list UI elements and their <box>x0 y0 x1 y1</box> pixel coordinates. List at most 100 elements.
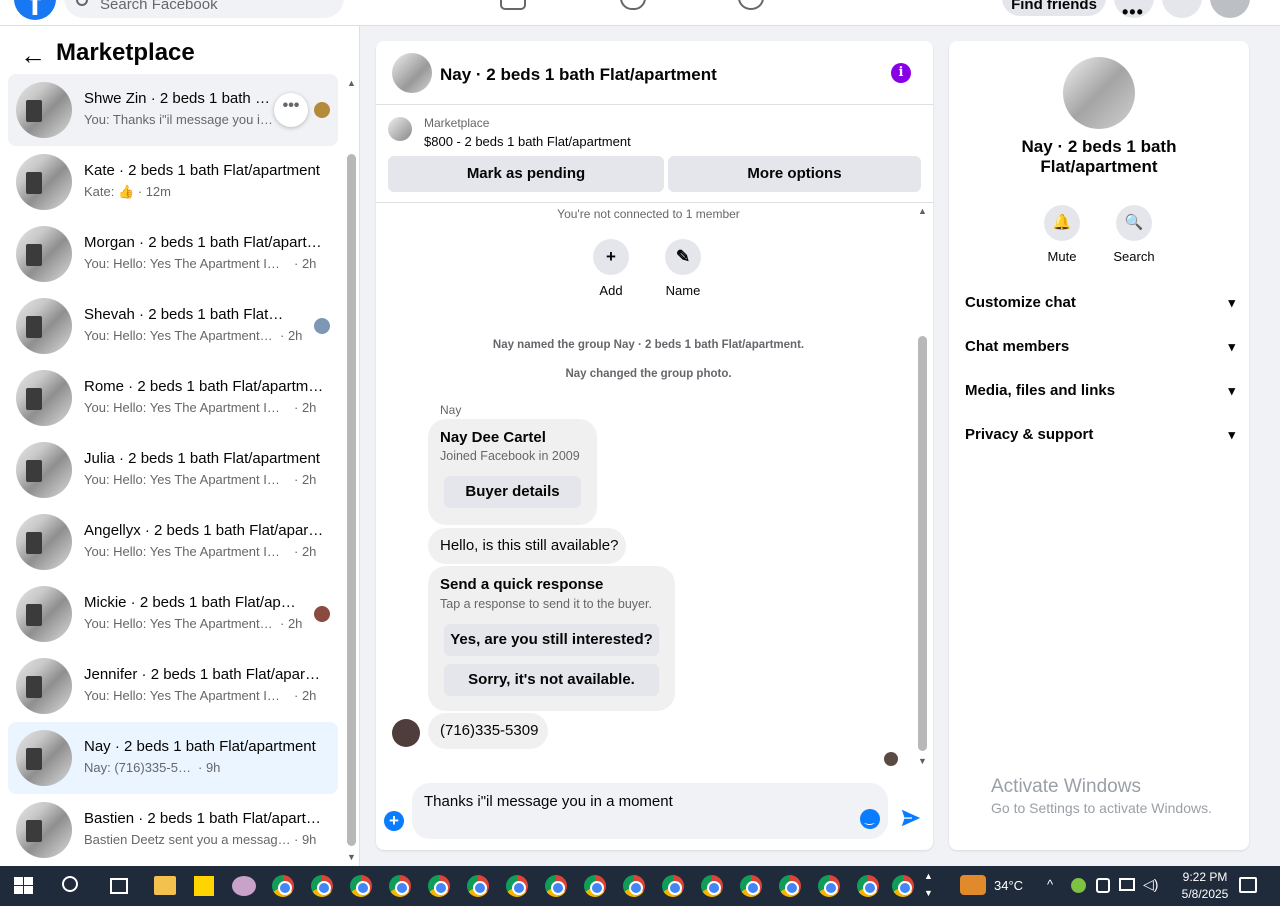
chat-scrollbar[interactable]: ▲ ▼ <box>917 206 927 766</box>
chrome-icon[interactable] <box>584 875 606 897</box>
conversation-name: Shevah · 2 beds 1 bath Flat/apartment <box>84 306 284 323</box>
conversation-item[interactable]: Jennifer · 2 beds 1 bath Flat/apartment … <box>8 650 338 722</box>
sender-avatar[interactable] <box>392 719 420 747</box>
conversation-item[interactable]: Angellyx · 2 beds 1 bath Flat/apartment … <box>8 506 338 578</box>
scroll-up-arrow-icon[interactable]: ▲ <box>918 206 927 216</box>
chrome-icon[interactable] <box>389 875 411 897</box>
media-files-links-row[interactable]: Media, files and links ▾ <box>965 369 1235 413</box>
weather-icon[interactable] <box>960 875 986 895</box>
chrome-icon[interactable] <box>545 875 567 897</box>
message-input[interactable]: Thanks i"il message you in a moment <box>412 783 888 839</box>
chrome-icon[interactable] <box>857 875 879 897</box>
chat-avatar[interactable] <box>392 53 432 93</box>
conversation-item-selected[interactable]: Nay · 2 beds 1 bath Flat/apartment Nay: … <box>8 722 338 794</box>
quick-response-title: Send a quick response <box>440 576 604 593</box>
info-icon[interactable]: i <box>891 63 911 83</box>
conversation-time: · 2h <box>280 328 303 343</box>
conversation-item[interactable]: Julia · 2 beds 1 bath Flat/apartment You… <box>8 434 338 506</box>
conversation-item[interactable]: Rome · 2 beds 1 bath Flat/apartment You:… <box>8 362 338 434</box>
scroll-down-arrow-icon[interactable]: ▼ <box>918 756 927 766</box>
quick-reply-yes-button[interactable]: Yes, are you still interested? <box>444 624 659 656</box>
not-connected-notice: You're not connected to 1 member <box>557 207 740 221</box>
conversation-item[interactable]: Shevah · 2 beds 1 bath Flat/apartment Yo… <box>8 290 338 362</box>
add-member-action[interactable]: + Add <box>581 239 641 298</box>
messenger-icon[interactable] <box>1162 0 1202 18</box>
network-icon[interactable] <box>1119 878 1135 891</box>
conversation-item[interactable]: Bastien · 2 beds 1 bath Flat/apartment B… <box>8 794 338 866</box>
chrome-icon[interactable] <box>467 875 489 897</box>
menu-button[interactable]: ••• <box>1114 0 1154 22</box>
scrollbar-thumb[interactable] <box>347 154 356 846</box>
scroll-up-arrow-icon[interactable]: ▲ <box>347 78 356 88</box>
mark-as-pending-button[interactable]: Mark as pending <box>388 156 664 192</box>
temperature[interactable]: 34°C <box>994 878 1023 893</box>
send-icon[interactable] <box>900 807 922 829</box>
search-action[interactable]: 🔍 Search <box>1104 205 1164 264</box>
listing-thumbnail[interactable] <box>388 117 412 141</box>
find-friends-button[interactable]: Find friends <box>1002 0 1106 16</box>
privacy-support-row[interactable]: Privacy & support ▾ <box>965 413 1235 457</box>
chrome-icon[interactable] <box>779 875 801 897</box>
chrome-icon[interactable] <box>350 875 372 897</box>
chat-members-row[interactable]: Chat members ▾ <box>965 325 1235 369</box>
chrome-icon[interactable] <box>428 875 450 897</box>
chat-title[interactable]: Nay · 2 beds 1 bath Flat/apartment <box>440 65 717 85</box>
emoji-icon[interactable] <box>860 809 880 829</box>
clock[interactable]: 9:22 PM 5/8/2025 <box>1170 869 1240 903</box>
conversation-list: Shwe Zin · 2 beds 1 bath Flat/apartment … <box>8 74 338 866</box>
mute-action[interactable]: 🔔 Mute <box>1032 205 1092 264</box>
date: 5/8/2025 <box>1181 887 1229 901</box>
chevron-up-icon[interactable]: ^ <box>1047 877 1053 892</box>
chat-avatar-large[interactable] <box>1063 57 1135 129</box>
sticky-notes-icon[interactable] <box>194 876 214 896</box>
customize-chat-row[interactable]: Customize chat ▾ <box>965 281 1235 325</box>
name-group-action[interactable]: ✎ Name <box>653 239 713 298</box>
chrome-icon[interactable] <box>623 875 645 897</box>
task-view-icon[interactable] <box>110 878 128 894</box>
message-text: Hello, is this still available? <box>440 537 619 554</box>
chrome-icon[interactable] <box>701 875 723 897</box>
search-label: Search <box>1113 249 1155 264</box>
chrome-icon[interactable] <box>311 875 333 897</box>
row-label: Privacy & support <box>965 426 1094 443</box>
friends-icon[interactable] <box>620 0 646 10</box>
facebook-logo[interactable]: f <box>14 0 56 23</box>
conversation-item[interactable]: Kate · 2 beds 1 bath Flat/apartment Kate… <box>8 146 338 218</box>
taskbar-overflow-arrows[interactable]: ▲ ▼ <box>924 868 933 902</box>
conversation-item[interactable]: Shwe Zin · 2 beds 1 bath Flat/apartment … <box>8 74 338 146</box>
conversation-item[interactable]: Mickie · 2 beds 1 bath Flat/apartment Yo… <box>8 578 338 650</box>
chrome-icon[interactable] <box>818 875 840 897</box>
search-icon[interactable] <box>62 876 78 892</box>
listing-thumbnail <box>16 658 72 714</box>
message-bubble: (716)335-5309 <box>428 713 548 749</box>
file-explorer-icon[interactable] <box>154 876 176 895</box>
profile-avatar[interactable] <box>1210 0 1250 18</box>
groups-icon[interactable] <box>738 0 764 10</box>
home-icon[interactable] <box>500 0 526 10</box>
chrome-icon[interactable] <box>662 875 684 897</box>
chrome-icon[interactable] <box>740 875 762 897</box>
chrome-icon[interactable] <box>506 875 528 897</box>
more-options-button[interactable]: ••• <box>274 93 308 127</box>
tray-app-icon[interactable] <box>1071 878 1086 893</box>
listing-price-title[interactable]: $800 - 2 beds 1 bath Flat/apartment <box>424 134 631 149</box>
back-arrow-icon[interactable]: ← <box>20 40 46 71</box>
conversation-name: Julia · 2 beds 1 bath Flat/apartment <box>84 450 320 467</box>
sidebar-scrollbar[interactable]: ▲ ▼ <box>346 78 356 862</box>
meet-now-icon[interactable] <box>1096 878 1110 893</box>
notifications-icon[interactable] <box>1239 877 1257 893</box>
scrollbar-thumb[interactable] <box>918 336 927 751</box>
conversation-time: · 2h <box>294 472 317 487</box>
scroll-down-arrow-icon[interactable]: ▼ <box>347 852 356 862</box>
paint-icon[interactable] <box>232 876 256 896</box>
quick-reply-no-button[interactable]: Sorry, it's not available. <box>444 664 659 696</box>
conversation-item[interactable]: Morgan · 2 beds 1 bath Flat/apartment Yo… <box>8 218 338 290</box>
plus-icon[interactable]: + <box>384 811 404 831</box>
volume-icon[interactable]: ◁) <box>1143 876 1158 893</box>
chrome-icon[interactable] <box>272 875 294 897</box>
chrome-icon[interactable] <box>892 875 914 897</box>
buyer-details-button[interactable]: Buyer details <box>444 476 581 508</box>
more-options-button[interactable]: More options <box>668 156 921 192</box>
windows-start-icon[interactable] <box>14 877 34 895</box>
search-facebook-input[interactable]: Search Facebook <box>64 0 344 18</box>
